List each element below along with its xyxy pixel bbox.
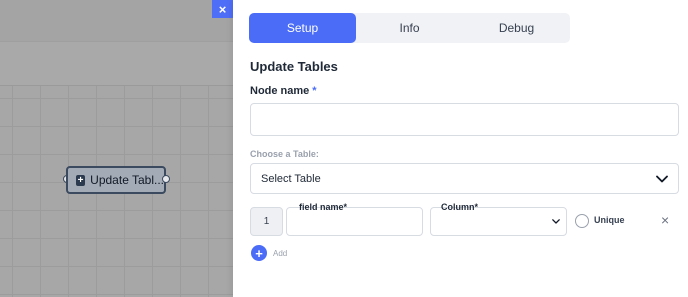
close-icon: ×	[218, 1, 227, 17]
column-label: Column*	[441, 202, 478, 212]
tab-debug[interactable]: Debug	[463, 13, 570, 43]
chevron-down-icon	[656, 175, 668, 182]
canvas-header-area	[0, 0, 233, 86]
node-name-label: Node name *	[250, 85, 317, 97]
unique-label: Unique	[594, 215, 625, 225]
node-name-input[interactable]	[250, 103, 679, 136]
remove-row-icon[interactable]: ×	[661, 212, 669, 228]
unique-radio[interactable]	[575, 214, 589, 228]
table-select[interactable]: Select Table	[250, 163, 679, 194]
close-panel-button[interactable]: ×	[212, 0, 233, 18]
canvas-toolbar-band	[0, 0, 233, 42]
tab-setup[interactable]: Setup	[249, 13, 356, 43]
panel-title: Update Tables	[250, 59, 338, 74]
tab-info[interactable]: Info	[356, 13, 463, 43]
chevron-down-icon	[552, 219, 560, 224]
table-select-value: Select Table	[261, 172, 321, 185]
add-row-button[interactable]: +	[251, 245, 267, 261]
flow-canvas[interactable]: × + Update Tabl...	[0, 0, 233, 297]
node-settings-panel: Setup Info Debug Update Tables Node name…	[233, 0, 688, 297]
field-name-label: field name*	[299, 202, 348, 212]
plus-square-icon: +	[76, 174, 86, 186]
add-label[interactable]: Add	[273, 249, 287, 258]
panel-tabs: Setup Info Debug	[249, 13, 570, 43]
plus-circle-icon: +	[255, 245, 263, 261]
flow-node-update-tables[interactable]: + Update Tabl...	[66, 166, 166, 194]
choose-table-label: Choose a Table:	[250, 149, 319, 159]
row-index: 1	[250, 207, 283, 236]
required-mark: *	[312, 85, 317, 97]
node-output-port[interactable]	[162, 175, 170, 183]
node-name-label-text: Node name	[250, 85, 310, 97]
node-label: Update Tabl...	[90, 173, 164, 187]
